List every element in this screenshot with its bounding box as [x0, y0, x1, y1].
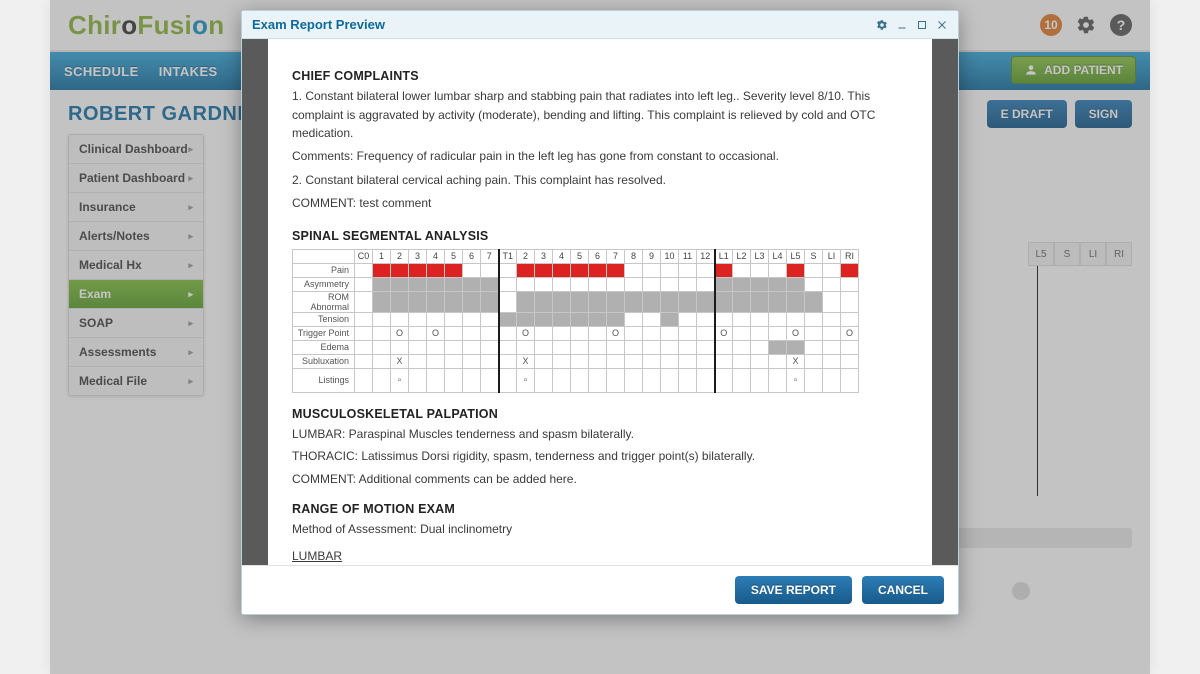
complaint-1: 1. Constant bilateral lower lumbar sharp… — [292, 87, 908, 143]
spine-row-asymmetry: Asymmetry — [293, 277, 355, 291]
msp-lumbar: LUMBAR: Paraspinal Muscles tenderness an… — [292, 425, 908, 444]
complaint-2: 2. Constant bilateral cervical aching pa… — [292, 171, 908, 190]
rom-lumbar-heading: LUMBAR — [292, 547, 908, 565]
save-report-button[interactable]: SAVE REPORT — [735, 576, 852, 604]
report-page[interactable]: CHIEF COMPLAINTS 1. Constant bilateral l… — [268, 39, 932, 565]
section-musculoskeletal: MUSCULOSKELETAL PALPATION — [292, 407, 908, 421]
rom-method: Method of Assessment: Dual inclinometry — [292, 520, 908, 539]
spine-row-tension: Tension — [293, 312, 355, 326]
section-spinal-analysis: SPINAL SEGMENTAL ANALYSIS — [292, 229, 908, 243]
close-icon[interactable] — [936, 19, 948, 31]
settings-icon[interactable] — [876, 19, 888, 31]
modal-overlay: Exam Report Preview CHIEF COMPLAINTS 1. … — [50, 0, 1150, 674]
msp-thoracic: THORACIC: Latissimus Dorsi rigidity, spa… — [292, 447, 908, 466]
complaint-1-comment: Comments: Frequency of radicular pain in… — [292, 147, 908, 166]
exam-report-modal: Exam Report Preview CHIEF COMPLAINTS 1. … — [241, 10, 959, 615]
complaint-2-comment: COMMENT: test comment — [292, 194, 908, 213]
msp-comment: COMMENT: Additional comments can be adde… — [292, 470, 908, 489]
spine-row-trigger-point: Trigger Point — [293, 326, 355, 340]
spine-row-pain: Pain — [293, 263, 355, 277]
minimize-icon[interactable] — [896, 19, 908, 31]
spine-row-rom-abnormal: ROM Abnormal — [293, 291, 355, 312]
spine-row-edema: Edema — [293, 340, 355, 354]
modal-title: Exam Report Preview — [252, 17, 385, 32]
maximize-icon[interactable] — [916, 19, 928, 31]
section-rom: RANGE OF MOTION EXAM — [292, 502, 908, 516]
section-chief-complaints: CHIEF COMPLAINTS — [292, 69, 908, 83]
cancel-button[interactable]: CANCEL — [862, 576, 944, 604]
spine-row-listings: Listings — [293, 368, 355, 392]
spine-row-subluxation: Subluxation — [293, 354, 355, 368]
spinal-segmental-table: C01234567T123456789101112L1L2L3L4L5SLIRI… — [292, 249, 859, 393]
